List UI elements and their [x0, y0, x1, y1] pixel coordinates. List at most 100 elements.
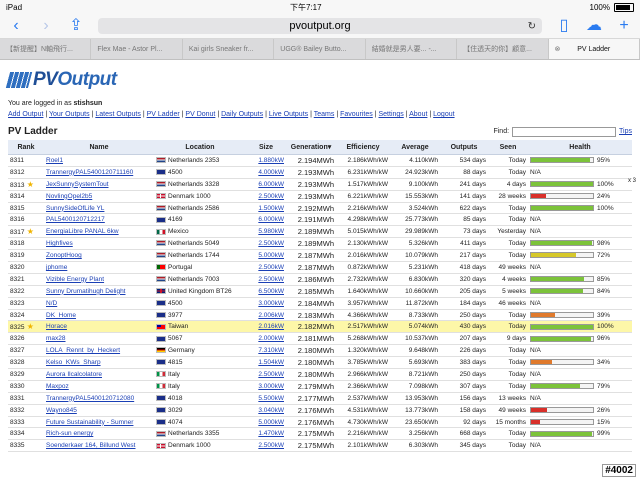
health-bar — [530, 240, 594, 247]
star-icon[interactable]: ★ — [24, 180, 34, 189]
column-header-3[interactable]: Size — [246, 140, 286, 155]
size-link[interactable]: 2.000kW — [258, 335, 284, 342]
column-header-6[interactable]: Average — [390, 140, 440, 155]
system-link[interactable]: Highfives — [46, 240, 73, 247]
system-link[interactable]: DK_Home — [46, 312, 76, 319]
system-link[interactable]: Aurora Ilcalcolatore — [46, 371, 102, 378]
size-link[interactable]: 2.500kW — [258, 371, 284, 378]
size-link[interactable]: 3.040kW — [258, 407, 284, 414]
tab-0[interactable]: 【新提醒】N軸飛行... — [0, 39, 92, 59]
nav-link-pv-ladder[interactable]: PV Ladder — [147, 111, 180, 118]
forward-icon[interactable]: › — [38, 18, 54, 34]
efficiency-cell: 2.216kWh/kW — [336, 202, 390, 215]
system-link[interactable]: TrannergyPAL5400120712080 — [46, 395, 134, 402]
nav-link-favourites[interactable]: Favourites — [340, 111, 373, 118]
tab-1[interactable]: Flex Mae - Astor Pl... — [91, 39, 183, 59]
nav-link-your-outputs[interactable]: Your Outputs — [49, 111, 90, 118]
nav-link-about[interactable]: About — [409, 111, 427, 118]
system-link[interactable]: Vizible Energy Plant — [46, 276, 104, 283]
close-tab-icon[interactable]: ⊗ — [555, 45, 561, 53]
system-link[interactable]: Future Sustainability - Sumner — [46, 419, 133, 426]
pvoutput-logo[interactable]: PVOutput — [5, 66, 632, 94]
column-header-5[interactable]: Efficiency — [336, 140, 390, 155]
size-link[interactable]: 2.500kW — [258, 264, 284, 271]
column-header-7[interactable]: Outputs — [440, 140, 488, 155]
size-link[interactable]: 2.500kW — [258, 276, 284, 283]
nav-link-live-outputs[interactable]: Live Outputs — [269, 111, 308, 118]
back-icon[interactable]: ‹ — [8, 18, 24, 34]
nav-link-settings[interactable]: Settings — [379, 111, 404, 118]
outputs-cell: 85 days — [440, 213, 488, 227]
system-link[interactable]: Kelso_KWs_Sharp — [46, 359, 101, 366]
system-link[interactable]: SunnySideOfLife YL — [46, 205, 104, 212]
size-link[interactable]: 2.500kW — [258, 240, 284, 247]
generation-cell: 2.191MWh — [286, 213, 336, 227]
tips-link[interactable]: Tips — [619, 128, 632, 135]
column-header-8[interactable]: Seen — [488, 140, 528, 155]
column-header-1[interactable]: Name — [44, 140, 154, 155]
tab-5[interactable]: 【住透天的你】顧意... — [457, 39, 549, 59]
size-link[interactable]: 5.980kW — [258, 228, 284, 235]
reload-icon[interactable]: ↻ — [528, 21, 536, 32]
size-link[interactable]: 5.000kW — [258, 252, 284, 259]
health-fill — [531, 336, 591, 341]
system-link[interactable]: NovlingOpel2b5 — [46, 193, 92, 200]
system-link[interactable]: Soenderkaer 164, Billund West — [46, 442, 136, 449]
size-link[interactable]: 2.006kW — [258, 312, 284, 319]
table-row: 8313 ★ JexSunnySystemTout Netherlands 3328… — [8, 178, 632, 191]
size-link[interactable]: 7.310kW — [258, 347, 284, 354]
system-link[interactable]: N/D — [46, 300, 57, 307]
nav-link-latest-outputs[interactable]: Latest Outputs — [95, 111, 141, 118]
system-link[interactable]: Wayno845 — [46, 407, 77, 414]
tab-active[interactable]: ⊗ PV Ladder — [548, 39, 640, 59]
system-link[interactable]: Sunny Drumatihugh Delight — [46, 288, 126, 295]
column-header-4[interactable]: Generation▾ — [286, 140, 336, 155]
nav-link-pv-donut[interactable]: PV Donut — [185, 111, 215, 118]
star-icon[interactable]: ★ — [24, 322, 34, 331]
column-header-2[interactable]: Location — [154, 140, 246, 155]
system-link[interactable]: Rich-sun energy — [46, 430, 93, 437]
tab-3[interactable]: UGG® Bailey Butto... — [274, 39, 366, 59]
star-icon[interactable]: ★ — [24, 227, 34, 236]
system-link[interactable]: JexSunnySystemTout — [46, 181, 109, 188]
size-link[interactable]: 4.000kW — [258, 169, 284, 176]
new-tab-icon[interactable]: + — [616, 18, 632, 34]
nav-link-logout[interactable]: Logout — [433, 111, 454, 118]
nav-link-daily-outputs[interactable]: Daily Outputs — [221, 111, 263, 118]
system-link[interactable]: ZonoptHoog — [46, 252, 82, 259]
size-link[interactable]: 6.000kW — [258, 181, 284, 188]
share-icon[interactable]: ⇪ — [68, 18, 84, 34]
column-header-9[interactable]: Health — [528, 140, 632, 155]
address-bar[interactable]: pvoutput.org ↻ — [98, 18, 542, 34]
bookmarks-icon[interactable]: ▯ — [556, 18, 572, 34]
size-link[interactable]: 1.504kW — [258, 359, 284, 366]
column-header-0[interactable]: Rank — [8, 140, 44, 155]
size-link[interactable]: 1.880kW — [258, 157, 284, 164]
size-link[interactable]: 1.500kW — [258, 205, 284, 212]
size-link[interactable]: 6.500kW — [258, 288, 284, 295]
size-link[interactable]: 5.500kW — [258, 395, 284, 402]
system-link[interactable]: Horace — [46, 323, 67, 330]
system-link[interactable]: Maxpoz — [46, 383, 69, 390]
size-link[interactable]: 6.000kW — [258, 216, 284, 223]
size-link[interactable]: 3.000kW — [258, 300, 284, 307]
system-link[interactable]: LOLA_Rennt_by_Heckert — [46, 347, 120, 354]
size-link[interactable]: 1.470kW — [258, 430, 284, 437]
tab-4[interactable]: 結婚就是男人要... -... — [366, 39, 458, 59]
system-link[interactable]: Roel1 — [46, 157, 63, 164]
system-link[interactable]: EnergiaLibre PANAL 6kw — [46, 228, 119, 235]
size-link[interactable]: 2.500kW — [258, 442, 284, 449]
cloud-tabs-icon[interactable]: ☁ — [586, 18, 602, 34]
nav-link-add-output[interactable]: Add Output — [8, 111, 43, 118]
system-link[interactable]: TrannergyPAL5400120711160 — [46, 169, 133, 176]
system-link[interactable]: jphome — [46, 264, 67, 271]
size-link[interactable]: 2.016kW — [258, 323, 284, 330]
nav-link-teams[interactable]: Teams — [314, 111, 335, 118]
system-link[interactable]: max28 — [46, 335, 66, 342]
system-link[interactable]: PAL5400120712217 — [46, 216, 105, 223]
size-link[interactable]: 2.500kW — [258, 193, 284, 200]
size-link[interactable]: 3.000kW — [258, 383, 284, 390]
find-input[interactable] — [512, 126, 617, 137]
size-link[interactable]: 5.000kW — [258, 419, 284, 426]
tab-2[interactable]: Kai girls Sneaker fr... — [183, 39, 275, 59]
